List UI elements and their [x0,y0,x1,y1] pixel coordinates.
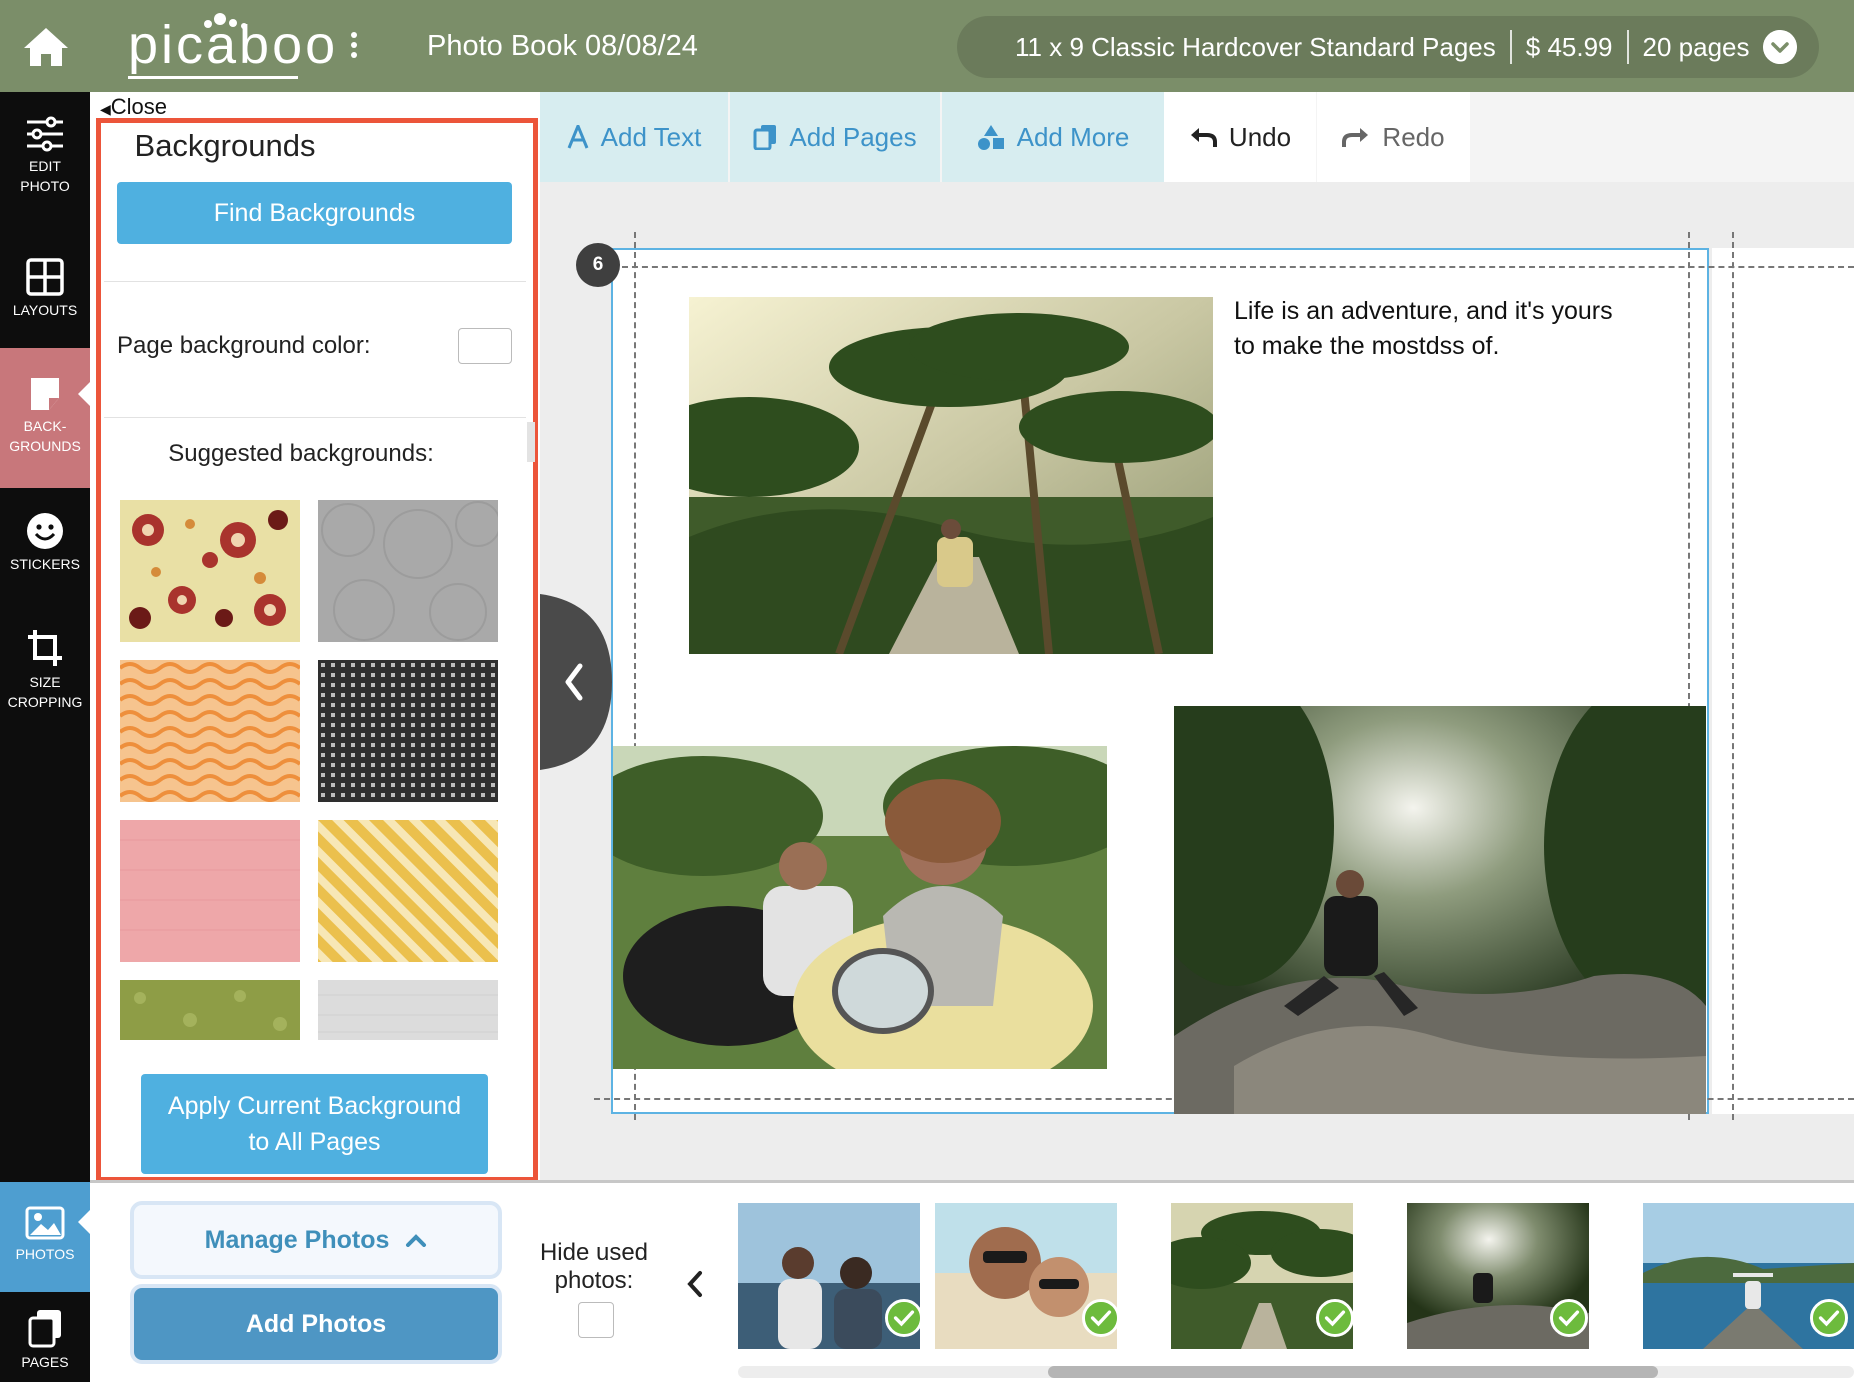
active-indicator [78,1210,90,1234]
tray-scroll-thumb[interactable] [1048,1366,1658,1378]
nav-backgrounds[interactable]: BACK- GROUNDS [0,348,90,488]
manage-photos-button[interactable]: Manage Photos [130,1201,502,1279]
copy-pages-icon [753,125,777,150]
photo-tray: Manage Photos Add Photos Hide used photo… [90,1180,1854,1382]
add-more-button[interactable]: Add More [942,92,1164,182]
left-nav: EDIT PHOTO LAYOUTS BACK- GROUNDS STICKER… [0,92,90,1382]
pages-icon [28,1310,61,1348]
add-pages-button[interactable]: Add Pages [730,92,940,182]
apply-label-line: to All Pages [248,1128,381,1156]
used-check-icon [1550,1299,1588,1337]
swatch-yellow-stripes[interactable] [318,820,498,962]
page-photo-couple-scooters[interactable] [613,746,1107,1069]
hide-used-line: Hide used [539,1239,649,1266]
nav-label: PHOTOS [15,1246,75,1262]
used-check-icon [885,1299,923,1337]
nav-label: SIZE [29,674,61,690]
more-vertical-icon[interactable] [348,30,360,60]
apply-label-line: Apply Current Background [167,1092,462,1120]
top-bar: picaboo Photo Book 08/08/24 11 x 9 Class… [0,0,1854,92]
product-name: 11 x 9 Classic Hardcover Standard Pages [1015,31,1496,62]
undo-icon [1190,128,1217,147]
nav-label: STICKERS [9,556,80,572]
add-text-label: Add Text [600,121,702,152]
background-page-icon [31,378,59,410]
product-summary[interactable]: 11 x 9 Classic Hardcover Standard Pages … [957,16,1819,78]
swatch-black-grid[interactable] [318,660,498,802]
bg-color-picker[interactable] [458,328,512,364]
add-text-button[interactable]: Add Text [540,92,728,182]
nav-label: CROPPING [7,694,83,710]
used-check-icon [1810,1299,1848,1337]
nav-size-cropping[interactable]: SIZE CROPPING [0,628,90,712]
manage-photos-label: Manage Photos [204,1225,390,1254]
swatch-orange-waves[interactable] [120,660,300,802]
editor-toolbar: Add Text Add Pages Add More Undo Redo [540,92,1854,182]
image-icon [25,1206,65,1240]
redo-icon [1342,128,1369,147]
tray-scrollbar[interactable] [738,1366,1854,1378]
undo-label: Undo [1228,121,1292,152]
caption-line: to make the mostdss of. [1234,332,1500,360]
divider [1509,30,1512,64]
apply-background-all-button[interactable]: Apply Current Background to All Pages [141,1074,488,1174]
caption-line: Life is an adventure, and it's yours [1234,297,1613,325]
swatch-pink-linen[interactable] [120,820,300,962]
home-icon[interactable] [20,24,72,68]
picaboo-logo[interactable]: picaboo [128,14,338,76]
chevron-left-icon[interactable] [684,1269,706,1299]
hide-used-label: Hide used photos: [524,1239,664,1295]
panel-body: Find Backgrounds Page background color: … [90,92,540,1182]
nav-label: GROUNDS [9,438,81,454]
divider [104,281,526,282]
used-check-icon [1082,1299,1120,1337]
nav-layouts[interactable]: LAYOUTS [0,258,90,320]
page-count: 20 pages [1642,31,1750,62]
nav-photos[interactable]: PHOTOS [0,1182,90,1292]
spine-guide [1732,232,1734,1120]
crop-icon [28,630,62,666]
layout-grid-icon [26,258,64,296]
nav-label: LAYOUTS [12,302,78,318]
page-photo-palm-scooter[interactable] [689,297,1213,654]
swatch-light-gray-linen[interactable] [318,980,498,1040]
nav-pages[interactable]: PAGES [0,1308,90,1372]
bg-color-label: Page background color: [117,332,371,359]
swatch-gray-circles[interactable] [318,500,498,642]
active-indicator [78,382,90,406]
safe-guide-top [622,266,1854,268]
suggested-label: Suggested backgrounds: [168,440,434,467]
nav-stickers[interactable]: STICKERS [0,512,90,574]
nav-label: PAGES [21,1354,69,1370]
text-a-icon [567,125,589,149]
undo-button[interactable]: Undo [1164,92,1316,182]
smiley-icon [27,513,63,549]
add-photos-button[interactable]: Add Photos [130,1284,502,1364]
product-price: $ 45.99 [1525,31,1613,62]
chevron-down-icon[interactable] [1763,30,1797,64]
chevron-up-icon [406,1234,427,1247]
divider [104,417,526,418]
collapse-panel-tab[interactable] [540,594,612,770]
logo-underline [128,76,298,79]
find-backgrounds-button[interactable]: Find Backgrounds [117,182,512,244]
page-number-badge: 6 [576,243,620,287]
page-text-box[interactable]: Life is an adventure, and it's yours to … [1234,294,1674,364]
divider [1626,30,1629,64]
swatch-floral-red[interactable] [120,500,300,642]
shapes-icon [977,125,1004,150]
redo-button[interactable]: Redo [1317,92,1470,182]
page-photo-forest-rock[interactable] [1174,706,1706,1114]
panel-scrollbar[interactable] [527,422,535,462]
swatch-green-floral[interactable] [120,980,300,1040]
add-more-label: Add More [1016,121,1130,152]
used-check-icon [1316,1299,1354,1337]
redo-label: Redo [1382,121,1445,152]
add-pages-label: Add Pages [789,121,917,152]
hide-used-checkbox[interactable] [578,1302,614,1338]
hide-used-line: photos: [554,1267,634,1294]
nav-label: PHOTO [20,178,70,194]
project-title[interactable]: Photo Book 08/08/24 [427,30,698,63]
nav-label: BACK- [23,418,67,434]
